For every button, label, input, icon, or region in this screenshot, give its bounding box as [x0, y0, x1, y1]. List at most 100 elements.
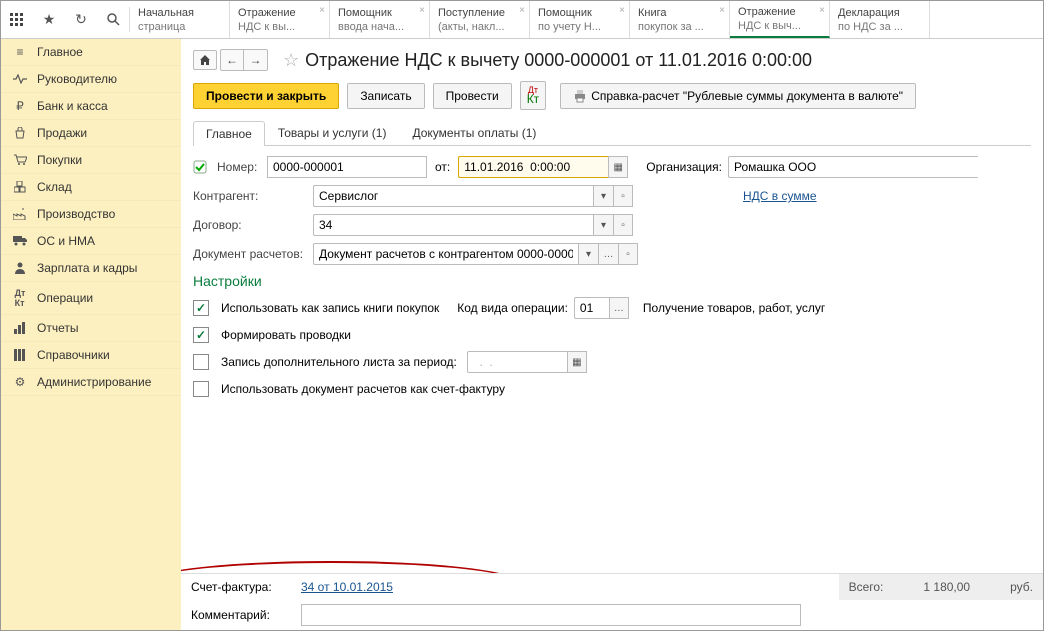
home-button[interactable]	[193, 50, 217, 70]
report-button[interactable]: Справка-расчет "Рублевые суммы документа…	[560, 83, 916, 109]
tab-1[interactable]: ×ОтражениеНДС к вы...	[230, 1, 330, 38]
post-button[interactable]: Провести	[433, 83, 512, 109]
print-icon	[573, 89, 587, 103]
tab-main[interactable]: Главное	[193, 121, 265, 146]
contract-input[interactable]	[313, 214, 593, 236]
close-icon[interactable]: ×	[619, 5, 625, 16]
tab-2[interactable]: ×Помощникввода нача...	[330, 1, 430, 38]
total-label: Всего:	[849, 580, 884, 594]
invoice-label: Счет-фактура:	[191, 580, 301, 594]
truck-icon	[11, 236, 29, 246]
tab-payments[interactable]: Документы оплаты (1)	[399, 120, 549, 145]
contractor-input[interactable]	[313, 185, 593, 207]
settlement-label: Документ расчетов:	[193, 247, 313, 261]
sidebar-bank[interactable]: ₽Банк и касса	[1, 93, 181, 120]
open-icon[interactable]: ▫	[613, 185, 633, 207]
star-icon[interactable]: ☆	[283, 50, 299, 71]
tab-4[interactable]: ×Помощникпо учету Н...	[530, 1, 630, 38]
close-icon[interactable]: ×	[819, 5, 825, 16]
page-title: Отражение НДС к вычету 0000-000001 от 11…	[305, 50, 812, 71]
additional-date-input[interactable]	[467, 351, 567, 373]
open-icon[interactable]: ▫	[618, 243, 638, 265]
op-type-desc: Получение товаров, работ, услуг	[643, 301, 825, 315]
sidebar-main[interactable]: ≡Главное	[1, 39, 181, 66]
calendar-icon[interactable]: ▦	[608, 156, 628, 178]
op-type-input[interactable]	[574, 297, 609, 319]
as-invoice-checkbox[interactable]	[193, 381, 209, 397]
close-icon[interactable]: ×	[419, 5, 425, 16]
star-icon: ≡	[11, 45, 29, 59]
bag-icon	[11, 127, 29, 139]
postings-checkbox[interactable]: ✓	[193, 327, 209, 343]
number-label: Номер:	[217, 160, 267, 174]
sidebar-catalogs[interactable]: Справочники	[1, 342, 181, 369]
sidebar-reports[interactable]: Отчеты	[1, 315, 181, 342]
close-icon[interactable]: ×	[319, 5, 325, 16]
tab-7[interactable]: Декларацияпо НДС за ...	[830, 1, 930, 38]
sidebar-production[interactable]: Производство	[1, 201, 181, 228]
date-input[interactable]	[458, 156, 608, 178]
currency: руб.	[1010, 580, 1033, 594]
postings-label: Формировать проводки	[221, 328, 351, 342]
sidebar-admin[interactable]: ⚙Администрирование	[1, 369, 181, 396]
gear-icon: ⚙	[11, 375, 29, 389]
contract-label: Договор:	[193, 218, 313, 232]
sidebar-purchases[interactable]: Покупки	[1, 147, 181, 174]
apps-icon[interactable]	[1, 1, 33, 38]
tab-6[interactable]: ×ОтражениеНДС к выч...	[730, 1, 830, 38]
ellipsis-icon[interactable]: …	[609, 297, 629, 319]
save-button[interactable]: Записать	[347, 83, 424, 109]
ellipsis-icon[interactable]: …	[598, 243, 618, 265]
comment-label: Комментарий:	[191, 608, 301, 622]
invoice-link[interactable]: 34 от 10.01.2015	[301, 580, 393, 594]
sidebar-assets[interactable]: ОС и НМА	[1, 228, 181, 255]
as-invoice-label: Использовать документ расчетов как счет-…	[221, 382, 505, 396]
tab-3[interactable]: ×Поступление(акты, накл...	[430, 1, 530, 38]
close-icon[interactable]: ×	[719, 5, 725, 16]
back-button[interactable]: ←	[220, 49, 244, 71]
tab-0[interactable]: Начальнаястраница	[130, 1, 230, 38]
pulse-icon	[11, 74, 29, 84]
sidebar-payroll[interactable]: Зарплата и кадры	[1, 255, 181, 282]
person-icon	[11, 262, 29, 274]
settings-title: Настройки	[193, 273, 1031, 289]
purchase-book-checkbox[interactable]: ✓	[193, 300, 209, 316]
settlement-input[interactable]	[313, 243, 578, 265]
sidebar-manager[interactable]: Руководителю	[1, 66, 181, 93]
tab-5[interactable]: ×Книгапокупок за ...	[630, 1, 730, 38]
ruble-icon: ₽	[11, 99, 29, 113]
sidebar-warehouse[interactable]: Склад	[1, 174, 181, 201]
contractor-label: Контрагент:	[193, 189, 313, 203]
search-icon[interactable]	[97, 1, 129, 38]
additional-checkbox[interactable]	[193, 354, 209, 370]
from-label: от:	[435, 160, 450, 174]
cart-icon	[11, 154, 29, 166]
dropdown-icon[interactable]: ▾	[593, 214, 613, 236]
favorite-icon[interactable]: ★	[33, 1, 65, 38]
org-input[interactable]	[728, 156, 978, 178]
sidebar-operations[interactable]: ДтКтОперации	[1, 282, 181, 315]
calendar-icon[interactable]: ▦	[567, 351, 587, 373]
boxes-icon	[11, 181, 29, 193]
close-icon[interactable]: ×	[519, 5, 525, 16]
window-tabs: Начальнаястраница ×ОтражениеНДС к вы... …	[130, 1, 1043, 38]
comment-input[interactable]	[301, 604, 801, 626]
post-and-close-button[interactable]: Провести и закрыть	[193, 83, 339, 109]
open-icon[interactable]: ▫	[613, 214, 633, 236]
dt-kt-button[interactable]: ДтКт	[520, 81, 547, 110]
history-icon[interactable]: ↻	[65, 1, 97, 38]
operations-icon: ДтКт	[11, 288, 29, 308]
status-icon	[193, 160, 207, 174]
total-value: 1 180,00	[923, 580, 970, 594]
tab-goods[interactable]: Товары и услуги (1)	[265, 120, 400, 145]
books-icon	[11, 349, 29, 361]
org-label: Организация:	[646, 160, 722, 174]
number-input[interactable]	[267, 156, 427, 178]
sidebar-sales[interactable]: Продажи	[1, 120, 181, 147]
purchase-book-label: Использовать как запись книги покупок	[221, 301, 439, 315]
forward-button[interactable]: →	[244, 49, 268, 71]
vat-link[interactable]: НДС в сумме	[743, 189, 817, 203]
dropdown-icon[interactable]: ▾	[578, 243, 598, 265]
op-type-label: Код вида операции:	[457, 301, 568, 315]
dropdown-icon[interactable]: ▾	[593, 185, 613, 207]
